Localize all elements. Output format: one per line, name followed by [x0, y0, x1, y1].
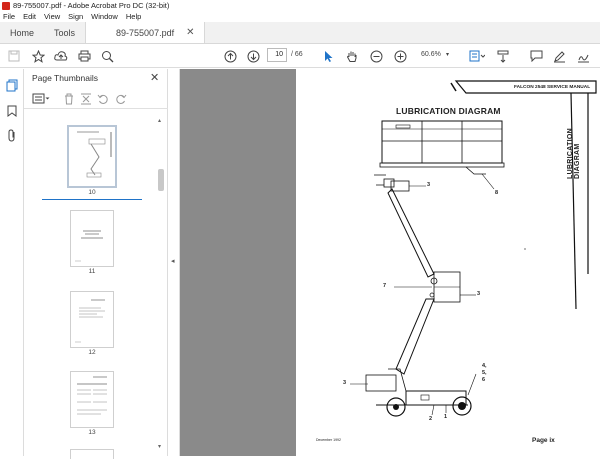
callout-label: 3: [477, 291, 481, 297]
manual-title: FALCON 2548 SERVICE MANUAL: [514, 85, 591, 90]
menu-file[interactable]: File: [3, 12, 15, 21]
thumbnail-page-13[interactable]: [70, 371, 114, 428]
callout-label: 2: [429, 416, 433, 422]
panel-title: Page Thumbnails: [32, 73, 98, 83]
thumbnail-page-12[interactable]: [70, 291, 114, 348]
close-panel-icon[interactable]: ✕: [150, 71, 159, 84]
callout-label: 8: [495, 190, 499, 196]
callout-label: 4,: [482, 363, 487, 369]
previous-page-icon[interactable]: [222, 48, 238, 64]
menu-help[interactable]: Help: [126, 12, 141, 21]
collapse-panel-icon[interactable]: ◂: [171, 257, 175, 265]
tab-home[interactable]: Home: [0, 22, 44, 43]
footer-date: December 1992: [316, 438, 341, 442]
zoom-out-icon[interactable]: [368, 48, 384, 64]
menu-sign[interactable]: Sign: [68, 12, 83, 21]
attachments-icon[interactable]: [7, 129, 17, 144]
thumbnail-page-10[interactable]: [67, 125, 117, 188]
thumbnail-label-10: 10: [88, 189, 96, 196]
thumbnail-label-11: 11: [88, 268, 96, 275]
hand-tool-icon[interactable]: [344, 48, 360, 64]
thumbnail-preview: [77, 376, 107, 415]
thumbnail-page-11[interactable]: [70, 210, 114, 267]
thumbnail-label-13: 13: [88, 429, 96, 436]
side-label: LUBRICATION DIAGRAM: [567, 128, 581, 179]
sign-icon[interactable]: [575, 48, 591, 64]
left-navigation-rail: [0, 69, 24, 456]
save-icon[interactable]: [6, 48, 22, 64]
menu-edit[interactable]: Edit: [23, 12, 36, 21]
menu-window[interactable]: Window: [91, 12, 118, 21]
thumbnail-preview: [75, 230, 103, 262]
tab-bar: Home Tools 89-755007.pdf ✕: [0, 22, 600, 44]
window-title: 89-755007.pdf - Adobe Acrobat Pro DC (32…: [13, 1, 170, 10]
thumbnail-label-12: 12: [88, 349, 96, 356]
delete-page-icon[interactable]: [64, 93, 74, 107]
menu-bar: File Edit View Sign Window Help: [0, 11, 600, 22]
tab-home-label: Home: [10, 27, 35, 38]
title-bar: 89-755007.pdf - Adobe Acrobat Pro DC (32…: [0, 0, 600, 11]
thumbnail-preview: [77, 131, 112, 178]
page-thumbnails-panel: Page Thumbnails ✕ 10 11 12 13 ▴ ▾: [24, 69, 168, 459]
rotate-clockwise-icon[interactable]: [115, 93, 127, 107]
insert-page-icon[interactable]: [80, 93, 92, 107]
lubrication-diagram: [350, 80, 597, 417]
page-label: Page ix: [532, 437, 555, 444]
zoom-level-input[interactable]: 60.6%: [421, 51, 441, 58]
callout-label: 1: [444, 414, 448, 420]
thumbnail-preview: [75, 299, 105, 343]
scroll-mode-icon[interactable]: [495, 48, 511, 64]
page-total: / 66: [291, 51, 303, 58]
callout-label: 7: [383, 283, 387, 289]
print-icon[interactable]: [76, 48, 92, 64]
panel-splitter[interactable]: ◂: [168, 69, 180, 456]
page-thumbnails-icon[interactable]: [6, 79, 18, 94]
bookmark-star-icon[interactable]: [30, 48, 46, 64]
tab-tools[interactable]: Tools: [44, 22, 85, 43]
rotate-counterclockwise-icon[interactable]: [97, 93, 109, 107]
tab-document[interactable]: 89-755007.pdf ✕: [85, 22, 206, 43]
panel-scrollbar[interactable]: [157, 113, 165, 453]
select-pointer-icon[interactable]: [320, 48, 336, 64]
tab-document-label: 89-755007.pdf: [116, 27, 175, 38]
page-layout-icon[interactable]: [468, 48, 486, 64]
comment-icon[interactable]: [528, 48, 544, 64]
zoom-dropdown-icon[interactable]: ▾: [446, 51, 449, 58]
callout-label: 5,: [482, 370, 487, 376]
callout-label: 3: [427, 182, 431, 188]
thumbnail-options-icon[interactable]: [32, 93, 50, 106]
next-page-icon[interactable]: [245, 48, 261, 64]
document-page: FALCON 2548 SERVICE MANUAL LUBRICATION D…: [296, 69, 600, 456]
zoom-in-icon[interactable]: [392, 48, 408, 64]
page-number-input[interactable]: 10: [267, 48, 287, 62]
panel-scroll-thumb[interactable]: [158, 169, 164, 191]
bookmarks-icon[interactable]: [7, 105, 17, 119]
cloud-upload-icon[interactable]: [53, 48, 69, 64]
highlight-pen-icon[interactable]: [551, 48, 567, 64]
scroll-down-icon[interactable]: ▾: [158, 443, 161, 450]
scroll-up-icon[interactable]: ▴: [158, 117, 161, 124]
close-tab-icon[interactable]: ✕: [186, 27, 194, 38]
thumbnail-page-14[interactable]: [70, 449, 114, 459]
panel-toolbar: [24, 89, 168, 109]
callout-label: 6: [482, 377, 486, 383]
acrobat-app-icon: [2, 1, 10, 10]
diagram-heading: LUBRICATION DIAGRAM: [396, 106, 501, 116]
callout-label: 3: [343, 380, 347, 386]
thumbnail-selection-line: [42, 199, 142, 200]
search-zoom-icon[interactable]: [99, 48, 115, 64]
tab-tools-label: Tools: [54, 27, 76, 38]
menu-view[interactable]: View: [44, 12, 60, 21]
